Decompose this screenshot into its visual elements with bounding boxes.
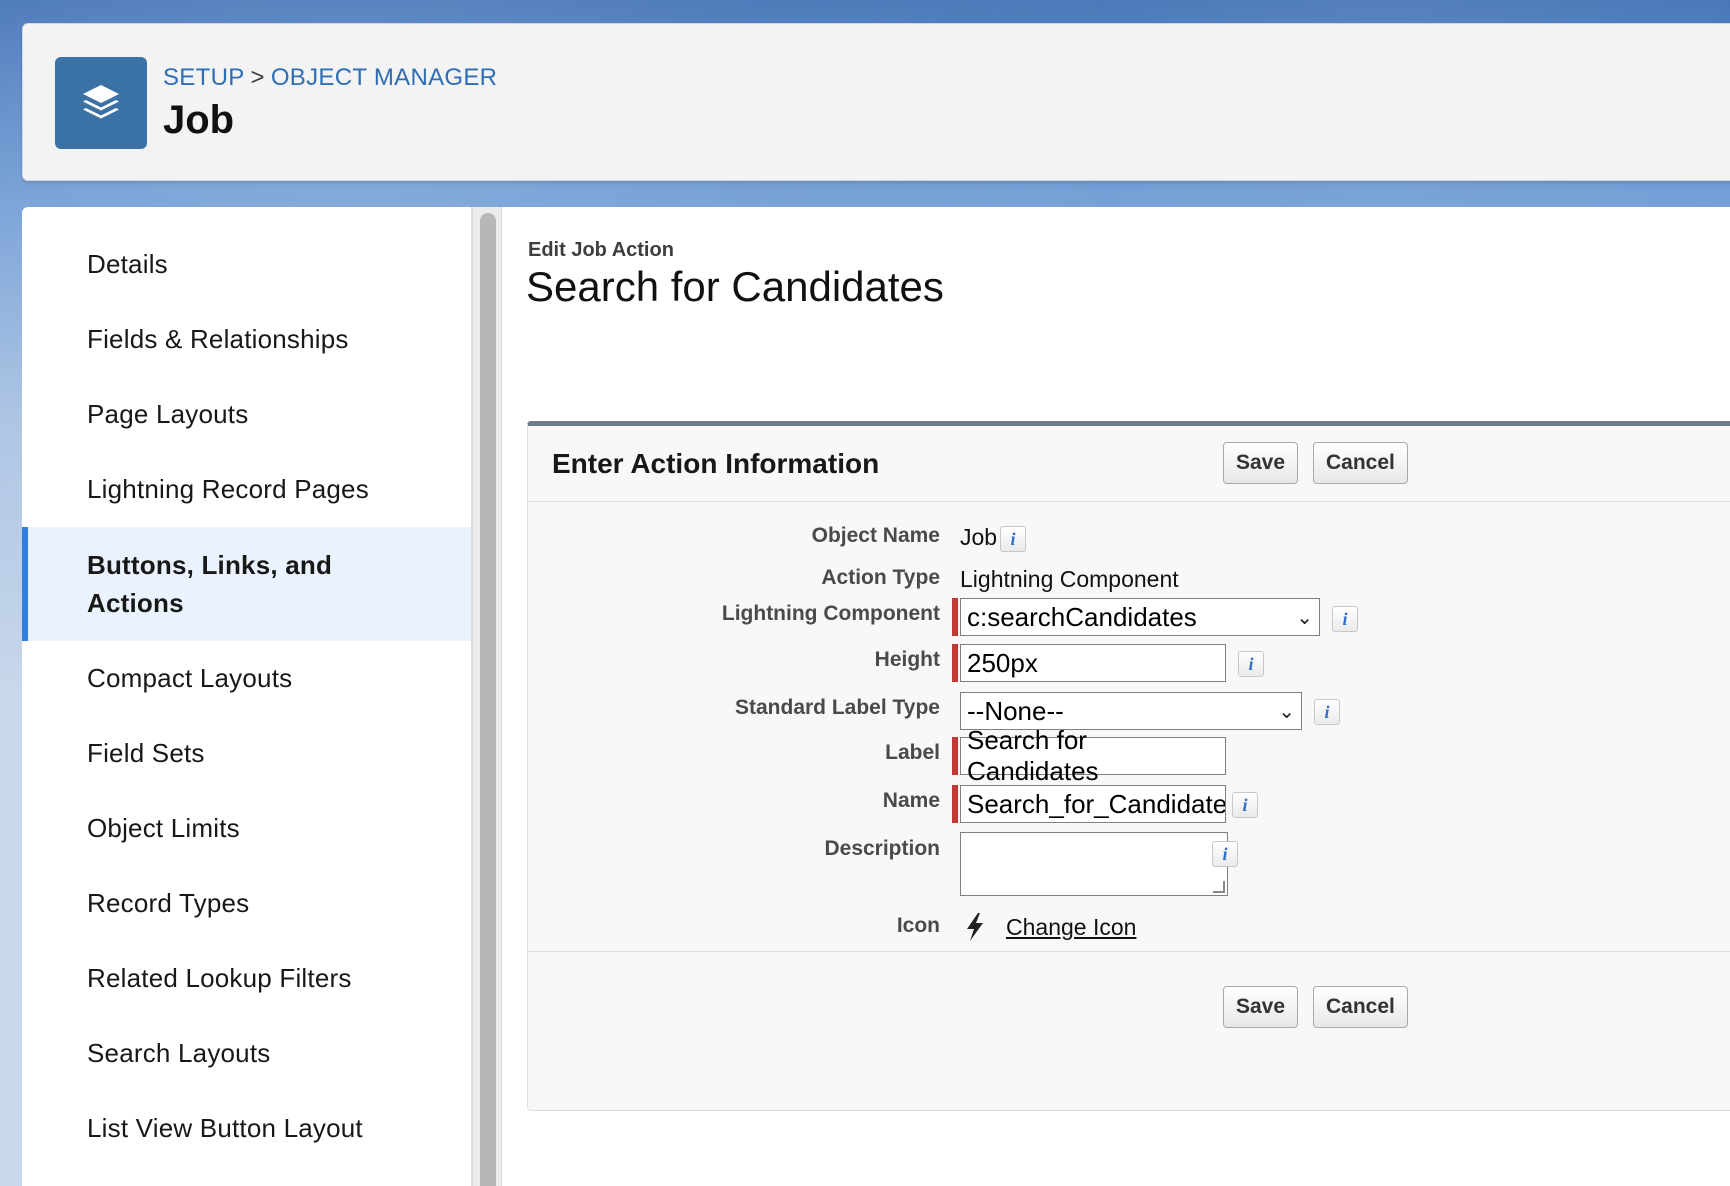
field-labels: Object Name Action Type Lightning Compon… bbox=[528, 426, 940, 1110]
sidebar-item-related-lookup-filters[interactable]: Related Lookup Filters bbox=[22, 941, 471, 1016]
sidebar-item-record-types[interactable]: Record Types bbox=[22, 866, 471, 941]
sidebar-item-fields-relationships[interactable]: Fields & Relationships bbox=[22, 302, 471, 377]
info-icon[interactable]: i bbox=[1238, 651, 1264, 677]
lightning-component-selected: c:searchCandidates bbox=[967, 601, 1197, 632]
lightning-component-label: Lightning Component bbox=[721, 602, 940, 625]
info-icon[interactable]: i bbox=[1232, 792, 1258, 818]
layers-icon bbox=[55, 57, 147, 149]
save-button-bottom[interactable]: Save bbox=[1223, 986, 1299, 1028]
scrollbar-thumb[interactable] bbox=[480, 213, 496, 1186]
sidebar-item-label: Fields & Relationships bbox=[87, 324, 349, 354]
sidebar-item-page-layouts[interactable]: Page Layouts bbox=[22, 377, 471, 452]
required-indicator bbox=[952, 737, 958, 775]
sidebar-item-label: Object Limits bbox=[87, 813, 240, 843]
lightning-component-select[interactable]: c:searchCandidates ⌄ bbox=[960, 598, 1320, 636]
sidebar-item-label: Record Types bbox=[87, 888, 250, 918]
chevron-down-icon: ⌄ bbox=[1278, 700, 1295, 723]
label-input-value: Search for Candidates bbox=[967, 725, 1099, 786]
action-info-panel: Enter Action Information Save Cancel Obj… bbox=[527, 421, 1730, 1111]
label-input[interactable]: Search for Candidates bbox=[960, 725, 1226, 786]
sidebar-item-label: Details bbox=[87, 249, 168, 279]
action-type-label: Action Type bbox=[821, 566, 940, 589]
panel-footer-divider bbox=[528, 951, 1730, 952]
name-input-value: Search_for_Candidates bbox=[967, 788, 1226, 819]
name-input[interactable]: Search_for_Candidates bbox=[960, 785, 1226, 823]
sidebar-item-label: Lightning Record Pages bbox=[87, 474, 369, 504]
cancel-button-top[interactable]: Cancel bbox=[1313, 442, 1408, 484]
object-name-label: Object Name bbox=[811, 524, 940, 547]
label-label: Label bbox=[885, 741, 940, 764]
required-indicator bbox=[952, 644, 958, 682]
sidebar-item-compact-layouts[interactable]: Compact Layouts bbox=[22, 641, 471, 716]
save-button-top[interactable]: Save bbox=[1223, 442, 1299, 484]
sidebar-item-label: Related Lookup Filters bbox=[87, 963, 352, 993]
sidebar: Details Fields & Relationships Page Layo… bbox=[22, 207, 472, 1186]
object-name-value: Job bbox=[960, 524, 998, 550]
breadcrumb-setup[interactable]: SETUP bbox=[163, 64, 245, 91]
cancel-button-bottom[interactable]: Cancel bbox=[1313, 986, 1408, 1028]
sidebar-item-object-limits[interactable]: Object Limits bbox=[22, 791, 471, 866]
sidebar-item-label: Field Sets bbox=[87, 738, 205, 768]
sidebar-item-list-view-button-layout[interactable]: List View Button Layout bbox=[22, 1091, 471, 1166]
required-indicator bbox=[952, 785, 958, 823]
page-title: Job bbox=[163, 98, 235, 142]
description-label: Description bbox=[824, 837, 940, 860]
info-icon[interactable]: i bbox=[1332, 606, 1358, 632]
required-indicator bbox=[952, 598, 958, 636]
change-icon-link[interactable]: Change Icon bbox=[1006, 914, 1136, 941]
breadcrumb-separator: > bbox=[250, 64, 265, 91]
sidebar-item-buttons-links-actions[interactable]: Buttons, Links, and Actions bbox=[22, 527, 471, 641]
standard-label-type-label: Standard Label Type bbox=[735, 696, 940, 719]
sidebar-item-field-sets[interactable]: Field Sets bbox=[22, 716, 471, 791]
sidebar-item-details[interactable]: Details bbox=[22, 227, 471, 302]
height-input-value: 250px bbox=[967, 647, 1038, 678]
sidebar-item-label: Page Layouts bbox=[87, 399, 249, 429]
icon-label: Icon bbox=[896, 914, 940, 937]
page-subtitle: Edit Job Action bbox=[528, 239, 674, 261]
breadcrumb: SETUP > OBJECT MANAGER bbox=[163, 64, 497, 92]
info-icon[interactable]: i bbox=[1314, 699, 1340, 725]
breadcrumb-object-manager[interactable]: OBJECT MANAGER bbox=[271, 64, 497, 91]
sidebar-item-label: Buttons, Links, and Actions bbox=[87, 550, 333, 618]
sidebar-item-lightning-record-pages[interactable]: Lightning Record Pages bbox=[22, 452, 471, 527]
chevron-down-icon: ⌄ bbox=[1296, 606, 1313, 629]
resize-grip-icon[interactable] bbox=[1213, 881, 1225, 893]
object-header: SETUP > OBJECT MANAGER Job bbox=[22, 23, 1730, 181]
action-title: Search for Candidates bbox=[526, 263, 944, 310]
description-textarea[interactable] bbox=[960, 832, 1228, 896]
lightning-bolt-icon bbox=[962, 912, 988, 942]
info-icon[interactable]: i bbox=[1212, 841, 1238, 867]
sidebar-item-label: Search Layouts bbox=[87, 1038, 271, 1068]
height-input[interactable]: 250px bbox=[960, 644, 1226, 682]
sidebar-scrollbar[interactable] bbox=[472, 207, 502, 1186]
standard-label-type-selected: --None-- bbox=[967, 695, 1064, 726]
name-label: Name bbox=[882, 789, 940, 812]
sidebar-item-label: Compact Layouts bbox=[87, 663, 293, 693]
info-icon[interactable]: i bbox=[1000, 526, 1026, 552]
action-type-value: Lightning Component bbox=[960, 566, 1179, 592]
height-label: Height bbox=[874, 648, 940, 671]
sidebar-item-search-layouts[interactable]: Search Layouts bbox=[22, 1016, 471, 1091]
main-content: Edit Job Action Search for Candidates En… bbox=[502, 207, 1730, 1186]
sidebar-item-label: List View Button Layout bbox=[87, 1113, 363, 1143]
